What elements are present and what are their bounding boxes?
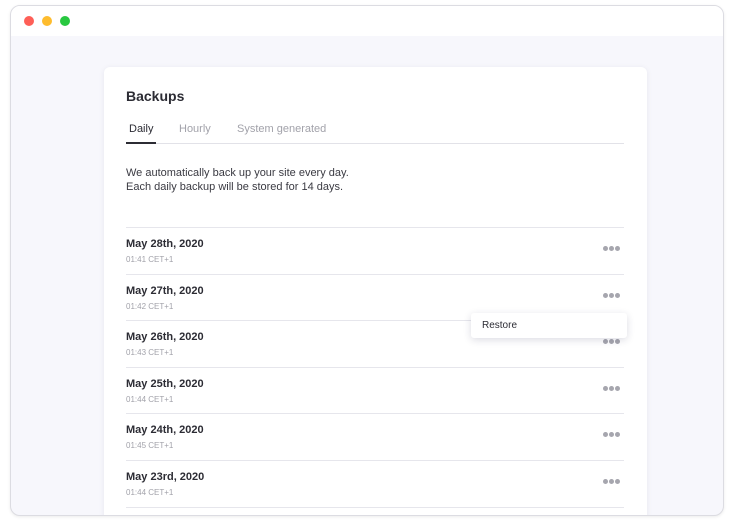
- backup-date: May 25th, 2020: [126, 377, 204, 390]
- title-bar: [11, 6, 723, 36]
- maximize-window-button[interactable]: [60, 16, 70, 26]
- backup-time: 01:43 CET+1: [126, 348, 174, 358]
- app-window: Backups Daily Hourly System generated We…: [10, 5, 724, 516]
- more-options-icon[interactable]: [602, 337, 622, 347]
- context-menu: Restore: [471, 313, 627, 338]
- backups-card: Backups Daily Hourly System generated We…: [104, 67, 647, 515]
- backup-row: May 24th, 2020 01:45 CET+1: [126, 414, 624, 461]
- page-title: Backups: [126, 88, 185, 104]
- backup-row: May 25th, 2020 01:44 CET+1: [126, 368, 624, 415]
- backup-date: May 24th, 2020: [126, 424, 204, 437]
- backup-time: 01:44 CET+1: [126, 394, 174, 404]
- backup-time: 01:45 CET+1: [126, 441, 174, 451]
- backup-date: May 23rd, 2020: [126, 470, 205, 483]
- backup-date: May 28th, 2020: [126, 238, 204, 250]
- backup-time: 01:42 CET+1: [126, 301, 174, 311]
- restore-menu-item[interactable]: Restore: [482, 320, 517, 331]
- tab-system-generated[interactable]: System generated: [237, 123, 326, 135]
- backup-date: May 26th, 2020: [126, 331, 204, 344]
- tab-bar: Daily Hourly System generated: [125, 121, 624, 144]
- tab-hourly[interactable]: Hourly: [179, 123, 211, 135]
- more-options-icon[interactable]: [602, 430, 622, 440]
- backup-date: May 27th, 2020: [126, 284, 204, 297]
- description-line: Each daily backup will be stored for 14 …: [126, 181, 344, 193]
- more-options-icon[interactable]: [602, 244, 622, 254]
- minimize-window-button[interactable]: [42, 16, 52, 26]
- backup-row: May 23rd, 2020 01:44 CET+1: [126, 461, 624, 508]
- more-options-icon[interactable]: [602, 384, 622, 394]
- tab-daily[interactable]: Daily: [125, 123, 157, 144]
- close-window-button[interactable]: [24, 16, 34, 26]
- more-options-icon[interactable]: [602, 291, 622, 301]
- backup-time: 01:44 CET+1: [126, 487, 174, 497]
- backup-list: May 28th, 2020 01:41 CET+1 May 27th, 202…: [126, 227, 624, 508]
- backup-time: 01:41 CET+1: [126, 255, 174, 264]
- more-options-icon[interactable]: [602, 477, 622, 487]
- backup-row: May 28th, 2020 01:41 CET+1: [126, 228, 624, 275]
- description-line: We automatically back up your site every…: [126, 167, 349, 179]
